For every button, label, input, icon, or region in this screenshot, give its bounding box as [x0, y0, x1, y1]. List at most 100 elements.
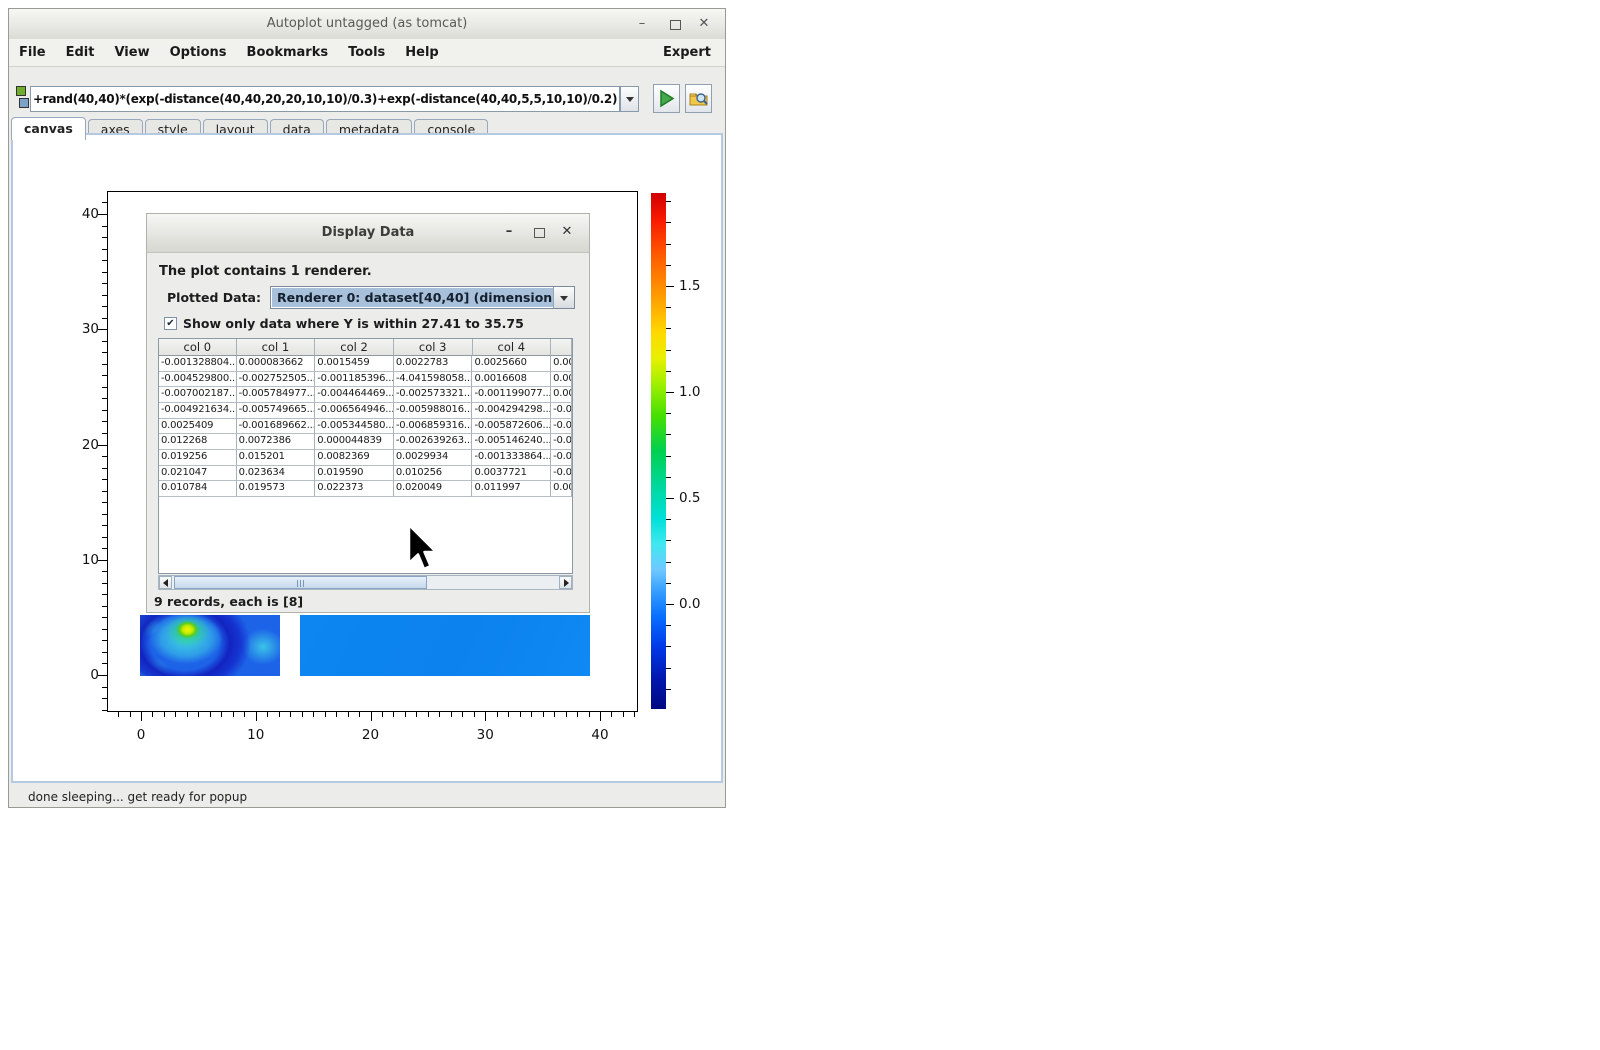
- table-cell[interactable]: 0.0037721: [472, 466, 551, 482]
- table-header-cell[interactable]: col 1: [237, 339, 316, 356]
- table-cell[interactable]: 0.00: [551, 481, 572, 497]
- table-cell[interactable]: 0.010784: [159, 481, 237, 497]
- plotted-data-dropdown-button[interactable]: [553, 287, 574, 308]
- table-cell[interactable]: 0.012268: [159, 434, 237, 450]
- table-cell[interactable]: 0.0022783: [394, 356, 473, 372]
- table-cell[interactable]: -0.007002187...: [159, 387, 237, 403]
- table-cell[interactable]: 0.0082369: [315, 450, 394, 466]
- close-icon[interactable]: ✕: [693, 15, 715, 33]
- table-cell[interactable]: -0.005784977...: [237, 387, 316, 403]
- table-cell[interactable]: -4.041598058...: [394, 372, 473, 388]
- table-cell[interactable]: -0.006564946...: [315, 403, 394, 419]
- table-header-cell[interactable]: col 0: [159, 339, 237, 356]
- menu-item-file[interactable]: File: [9, 45, 56, 60]
- table-cell[interactable]: 0.021047: [159, 466, 237, 482]
- table-cell[interactable]: -0.0: [551, 419, 572, 435]
- table-cell[interactable]: 0.023634: [237, 466, 316, 482]
- table-cell[interactable]: 0.0029934: [394, 450, 473, 466]
- go-button[interactable]: [653, 84, 680, 113]
- table-cell[interactable]: 0.000044839: [315, 434, 394, 450]
- table-cell[interactable]: 0.00: [551, 387, 572, 403]
- table-cell[interactable]: 0.000083662: [237, 356, 316, 372]
- table-cell[interactable]: 0.015201: [237, 450, 316, 466]
- dialog-close-icon[interactable]: ✕: [555, 222, 579, 242]
- plot-canvas[interactable]: 0102030400102030400.00.51.01.5 Display D…: [11, 133, 723, 783]
- table-cell[interactable]: 0.020049: [394, 481, 473, 497]
- table-cell[interactable]: 0.0015459: [315, 356, 394, 372]
- minimize-icon[interactable]: –: [631, 15, 653, 33]
- table-header-cell[interactable]: col 4: [473, 339, 552, 356]
- table-cell[interactable]: 0.00: [551, 356, 572, 372]
- table-cell[interactable]: 0.019590: [315, 466, 394, 482]
- table-cell[interactable]: -0.0: [551, 450, 572, 466]
- table-row[interactable]: -0.001328804...0.0000836620.00154590.002…: [159, 356, 572, 372]
- table-cell[interactable]: -0.001199077...: [472, 387, 551, 403]
- table-row[interactable]: -0.004529800...-0.002752505...-0.0011853…: [159, 372, 572, 388]
- table-cell[interactable]: -0.005872606...: [472, 419, 551, 435]
- table-row[interactable]: 0.0122680.00723860.000044839-0.002639263…: [159, 434, 572, 450]
- plot-layer-icon[interactable]: [16, 86, 26, 96]
- table-cell[interactable]: -0.004921634...: [159, 403, 237, 419]
- table-cell[interactable]: -0.006859316...: [394, 419, 473, 435]
- table-header-cell[interactable]: [551, 339, 572, 356]
- filter-checkbox[interactable]: ✔: [164, 317, 177, 330]
- table-cell[interactable]: 0.022373: [315, 481, 394, 497]
- table-cell[interactable]: -0.002573321...: [394, 387, 473, 403]
- inspect-uri-button[interactable]: [685, 84, 712, 113]
- data-table[interactable]: col 0col 1col 2col 3col 4 -0.001328804...…: [158, 338, 573, 574]
- table-cell[interactable]: 0.0025409: [159, 419, 237, 435]
- plotted-data-combobox[interactable]: Renderer 0: dataset[40,40] (dimension...: [270, 286, 575, 309]
- table-row[interactable]: 0.0192560.0152010.00823690.0029934-0.001…: [159, 450, 572, 466]
- menu-item-edit[interactable]: Edit: [56, 45, 105, 60]
- table-cell[interactable]: -0.004294298...: [472, 403, 551, 419]
- table-cell[interactable]: -0.0: [551, 403, 572, 419]
- table-cell[interactable]: 0.019573: [237, 481, 316, 497]
- menu-item-tools[interactable]: Tools: [338, 45, 395, 60]
- table-header-cell[interactable]: col 2: [315, 339, 394, 356]
- table-row[interactable]: -0.007002187...-0.005784977...-0.0044644…: [159, 387, 572, 403]
- address-dropdown-button[interactable]: [620, 86, 639, 112]
- scrollbar-thumb[interactable]: [174, 576, 427, 589]
- address-input[interactable]: [30, 86, 620, 112]
- horizontal-scrollbar[interactable]: [158, 575, 573, 590]
- table-header-cell[interactable]: col 3: [394, 339, 473, 356]
- table-cell[interactable]: -0.001185396...: [315, 372, 394, 388]
- table-cell[interactable]: -0.002639263...: [394, 434, 473, 450]
- table-cell[interactable]: 0.00: [551, 372, 572, 388]
- menu-item-options[interactable]: Options: [160, 45, 237, 60]
- table-cell[interactable]: -0.001333864...: [472, 450, 551, 466]
- window-titlebar[interactable]: Autoplot untagged (as tomcat) – ✕: [9, 9, 725, 40]
- colorbar[interactable]: [651, 193, 666, 709]
- expert-mode-toggle[interactable]: Expert: [663, 45, 725, 60]
- heatmap-left-strip[interactable]: [140, 615, 280, 676]
- table-cell[interactable]: -0.004464469...: [315, 387, 394, 403]
- table-cell[interactable]: -0.0: [551, 466, 572, 482]
- heatmap-right-strip[interactable]: [300, 615, 590, 676]
- menu-item-help[interactable]: Help: [395, 45, 448, 60]
- scroll-left-button[interactable]: [159, 576, 172, 589]
- maximize-icon[interactable]: [670, 20, 681, 30]
- dialog-minimize-icon[interactable]: –: [497, 222, 521, 242]
- table-cell[interactable]: -0.005988016...: [394, 403, 473, 419]
- table-row[interactable]: 0.0107840.0195730.0223730.0200490.011997…: [159, 481, 572, 497]
- table-row[interactable]: 0.0025409-0.001689662...-0.005344580...-…: [159, 419, 572, 435]
- table-cell[interactable]: 0.0025660: [472, 356, 551, 372]
- table-cell[interactable]: -0.002752505...: [237, 372, 316, 388]
- table-row[interactable]: 0.0210470.0236340.0195900.0102560.003772…: [159, 466, 572, 482]
- menu-item-bookmarks[interactable]: Bookmarks: [237, 45, 339, 60]
- table-cell[interactable]: -0.004529800...: [159, 372, 237, 388]
- data-layer-icon[interactable]: [19, 98, 29, 108]
- table-cell[interactable]: 0.019256: [159, 450, 237, 466]
- table-cell[interactable]: -0.001689662...: [237, 419, 316, 435]
- dialog-maximize-icon[interactable]: [534, 228, 545, 238]
- table-cell[interactable]: -0.005146240...: [472, 434, 551, 450]
- dialog-titlebar[interactable]: Display Data – ✕: [147, 214, 589, 253]
- tab-canvas[interactable]: canvas: [11, 117, 86, 140]
- table-cell[interactable]: 0.0016608: [472, 372, 551, 388]
- table-cell[interactable]: -0.005749665...: [237, 403, 316, 419]
- table-cell[interactable]: -0.0: [551, 434, 572, 450]
- table-row[interactable]: -0.004921634...-0.005749665...-0.0065649…: [159, 403, 572, 419]
- table-cell[interactable]: -0.001328804...: [159, 356, 237, 372]
- scroll-right-button[interactable]: [559, 576, 572, 589]
- table-cell[interactable]: 0.010256: [394, 466, 473, 482]
